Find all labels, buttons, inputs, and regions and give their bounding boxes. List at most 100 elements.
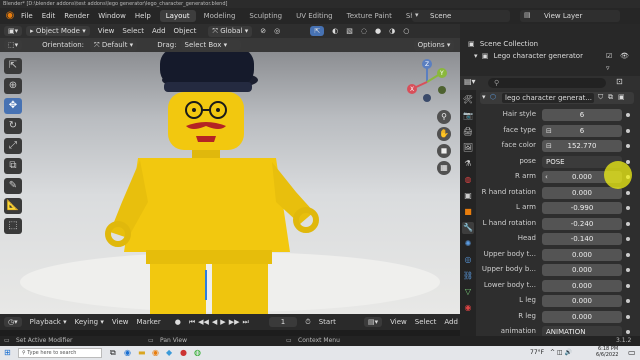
property-value-field[interactable]: 6 bbox=[542, 109, 622, 121]
xray-icon[interactable]: ▧ bbox=[346, 27, 353, 35]
annotate-tool-icon[interactable]: ✎ bbox=[4, 178, 22, 194]
timeline-menu-marker[interactable]: Marker bbox=[137, 318, 161, 326]
media-app-icon[interactable]: ● bbox=[180, 348, 187, 357]
viewport-menu-add[interactable]: Add bbox=[152, 27, 166, 35]
visibility-eye-icon[interactable]: 👁 bbox=[620, 52, 629, 60]
keyframe-dot-icon[interactable] bbox=[626, 268, 630, 272]
viewport-menu-view[interactable]: View bbox=[98, 27, 115, 35]
node-group-name-field[interactable]: lego character generat... bbox=[502, 93, 594, 103]
perspective-toggle-icon[interactable]: ▦ bbox=[437, 161, 451, 175]
collapse-arrow-icon[interactable]: ▾ bbox=[482, 93, 486, 101]
geometry-nodes-modifier-header[interactable]: ▾ ⬡ lego character generat... ⛉ ⧉ ▣ bbox=[480, 92, 634, 104]
outliner-scene-collection[interactable]: ▣ Scene Collection bbox=[468, 40, 538, 48]
menu-view-secondary[interactable]: View bbox=[390, 318, 407, 326]
taskbar-search-input[interactable]: ⚲ Type here to search bbox=[18, 348, 102, 358]
object-tab-icon[interactable]: ■ bbox=[462, 206, 474, 218]
viewport-menu-select[interactable]: Select bbox=[122, 27, 144, 35]
transform-orientation-selector[interactable]: ⤧ Global ▾ bbox=[208, 25, 253, 37]
timeline-menu-keying[interactable]: Keying ▾ bbox=[75, 318, 104, 326]
world-tab-icon[interactable]: ◍ bbox=[462, 174, 474, 186]
tray-icons[interactable]: ^ ◫ 🔊 bbox=[550, 349, 572, 356]
proportional-edit-icon[interactable]: ◎ bbox=[274, 27, 280, 35]
material-tab-icon[interactable]: ◉ bbox=[462, 302, 474, 314]
play-reverse-icon[interactable]: ◀ bbox=[212, 318, 217, 326]
select-filter-button[interactable]: ⇱ bbox=[310, 26, 325, 36]
keyframe-dot-icon[interactable] bbox=[626, 113, 630, 117]
filter-icon[interactable]: ▿ bbox=[606, 64, 610, 72]
cursor-tool-icon[interactable]: ⊕ bbox=[4, 78, 22, 94]
clock-icon[interactable]: ⏱ bbox=[305, 318, 310, 327]
constraints-tab-icon[interactable]: ⛓ bbox=[462, 270, 474, 282]
move-tool-icon[interactable]: ✥ bbox=[4, 98, 22, 114]
menu-add-secondary[interactable]: Add bbox=[444, 318, 458, 326]
task-view-icon[interactable]: ⧉ bbox=[110, 348, 116, 358]
3d-viewport[interactable] bbox=[0, 52, 460, 314]
keyframe-dot-icon[interactable] bbox=[626, 330, 630, 334]
select-tool-icon[interactable]: ⇱ bbox=[4, 58, 22, 74]
next-key-icon[interactable]: ▶▶ bbox=[229, 318, 240, 326]
edge-icon[interactable]: ◉ bbox=[124, 348, 131, 357]
camera-view-icon[interactable]: ◼ bbox=[437, 144, 451, 158]
tab-modeling[interactable]: Modeling bbox=[198, 10, 242, 22]
menu-select-secondary[interactable]: Select bbox=[415, 318, 437, 326]
output-tab-icon[interactable]: 🖨 bbox=[462, 126, 474, 138]
image-icon[interactable]: ▣ bbox=[618, 93, 625, 101]
property-value-field[interactable]: ⊟ 152.770 bbox=[542, 140, 622, 152]
property-value-field[interactable]: ⊟ 6 bbox=[542, 124, 622, 137]
measure-tool-icon[interactable]: 📐 bbox=[4, 198, 22, 214]
timeline-editor-icon[interactable]: ◷▾ bbox=[4, 317, 22, 327]
property-value-field[interactable]: 0.000 bbox=[542, 248, 622, 261]
overlay-icon[interactable]: ◐ bbox=[332, 27, 338, 35]
tool-tab-icon[interactable]: 🛠 bbox=[462, 94, 474, 106]
property-value-field[interactable]: 0.000 bbox=[542, 279, 622, 292]
property-value-field[interactable]: 0.000 bbox=[542, 264, 622, 276]
drag-selector[interactable]: Select Box ▾ bbox=[180, 40, 242, 50]
chrome-icon[interactable]: ◍ bbox=[194, 348, 201, 357]
tab-texture-paint[interactable]: Texture Paint bbox=[341, 10, 398, 22]
keyframe-dot-icon[interactable] bbox=[626, 159, 630, 164]
tab-uv-editing[interactable]: UV Editing bbox=[290, 10, 339, 22]
shading-material-icon[interactable]: ◑ bbox=[389, 27, 395, 35]
pan-hand-icon[interactable]: ✋ bbox=[437, 127, 451, 141]
shading-wire-icon[interactable]: ◌ bbox=[361, 27, 367, 35]
prev-key-icon[interactable]: ◀◀ bbox=[198, 318, 209, 326]
data-tab-icon[interactable]: ▽ bbox=[462, 286, 474, 298]
physics-tab-icon[interactable]: ◎ bbox=[462, 254, 474, 266]
keyframe-dot-icon[interactable] bbox=[626, 314, 630, 319]
play-icon[interactable]: ▶ bbox=[220, 318, 225, 326]
jump-end-icon[interactable]: ⏭ bbox=[242, 318, 248, 327]
keyframe-dot-icon[interactable] bbox=[626, 144, 630, 148]
keyframe-dot-icon[interactable] bbox=[626, 221, 630, 226]
keyframe-dot-icon[interactable] bbox=[626, 128, 630, 133]
render-tab-icon[interactable]: 📷 bbox=[462, 110, 474, 122]
keyframe-dot-icon[interactable] bbox=[626, 283, 630, 288]
view-layer-tab-icon[interactable]: 🖼 bbox=[462, 142, 474, 154]
property-value-field[interactable]: 0.000 bbox=[542, 310, 622, 323]
editor-type-button[interactable]: ▣▾ bbox=[4, 26, 23, 36]
menu-window[interactable]: Window bbox=[98, 12, 126, 20]
current-frame-field[interactable]: 1 bbox=[268, 317, 298, 327]
orientation-selector[interactable]: ⤧ Default ▾ bbox=[90, 39, 138, 51]
windows-start-icon[interactable]: ⊞ bbox=[4, 348, 11, 357]
timeline-menu-view[interactable]: View bbox=[112, 318, 129, 326]
shield-icon[interactable]: ⛉ bbox=[598, 93, 603, 102]
particles-tab-icon[interactable]: ✺ bbox=[462, 238, 474, 250]
blender-taskbar-icon[interactable]: ◉ bbox=[152, 348, 159, 357]
app-icon[interactable]: ◆ bbox=[166, 348, 172, 357]
active-tool-icon[interactable]: ⬚▾ bbox=[4, 40, 23, 50]
file-explorer-icon[interactable]: ▬ bbox=[138, 348, 146, 357]
tab-layout[interactable]: Layout bbox=[159, 10, 196, 22]
navigation-gizmo[interactable]: Z Y X bbox=[402, 58, 452, 106]
add-cube-tool-icon[interactable]: ⬚ bbox=[4, 218, 22, 234]
menu-edit[interactable]: Edit bbox=[42, 12, 56, 20]
decrement-arrow-icon[interactable]: ‹ bbox=[545, 171, 548, 183]
property-value-field[interactable]: -0.990 bbox=[542, 202, 622, 214]
copy-icon[interactable]: ⧉ bbox=[608, 93, 613, 102]
menu-help[interactable]: Help bbox=[135, 12, 151, 20]
outliner-item-lego[interactable]: ▾ ▣ Lego character generator bbox=[474, 52, 583, 60]
scene-tab-icon[interactable]: ⚗ bbox=[462, 158, 474, 170]
property-value-field[interactable]: -0.140 bbox=[542, 233, 622, 245]
property-value-field[interactable]: -0.240 bbox=[542, 217, 622, 230]
viewport-menu-object[interactable]: Object bbox=[174, 27, 197, 35]
modifier-tab-icon[interactable]: 🔧 bbox=[462, 222, 474, 234]
